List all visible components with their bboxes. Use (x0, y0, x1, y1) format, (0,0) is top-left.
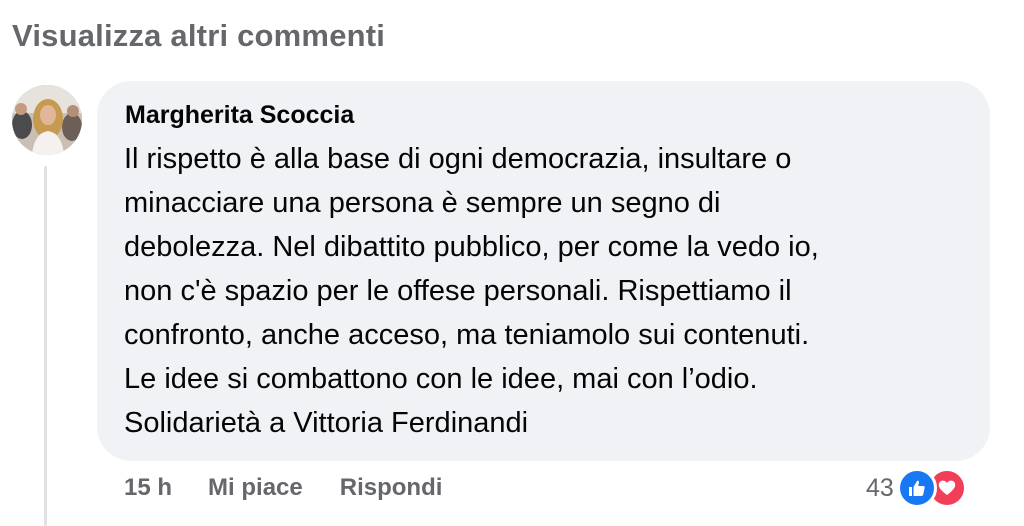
comment-actions: 15 h Mi piace Rispondi (124, 474, 442, 502)
reaction-count[interactable]: 43 (866, 474, 894, 503)
reply-button[interactable]: Rispondi (340, 474, 443, 502)
avatar[interactable] (12, 85, 82, 155)
view-more-comments-link[interactable]: Visualizza altri commenti (12, 18, 385, 54)
like-button[interactable]: Mi piace (208, 474, 303, 502)
like-icon (896, 468, 937, 508)
thread-line (44, 166, 47, 526)
comment-timestamp[interactable]: 15 h (124, 474, 172, 502)
comment-text: Il rispetto è alla base di ogni democraz… (124, 137, 974, 445)
comment-line: Il rispetto è alla base di ogni democraz… (124, 143, 792, 175)
comment-author[interactable]: Margherita Scoccia (125, 101, 354, 130)
comment-line: Solidarietà a Vittoria Ferdinandi (124, 407, 529, 439)
comment-line: non c'è spazio per le offese personali. … (124, 275, 792, 307)
reactions-summary[interactable]: 43 (866, 468, 967, 508)
comment-line: Le idee si combattono con le idee, mai c… (124, 363, 758, 395)
profile-photo (12, 85, 82, 155)
comment-line: debolezza. Nel dibattito pubblico, per c… (124, 231, 819, 263)
comment-line: minacciare una persona è sempre un segno… (124, 187, 721, 219)
comment-line: confronto, anche acceso, ma teniamolo su… (124, 319, 810, 351)
